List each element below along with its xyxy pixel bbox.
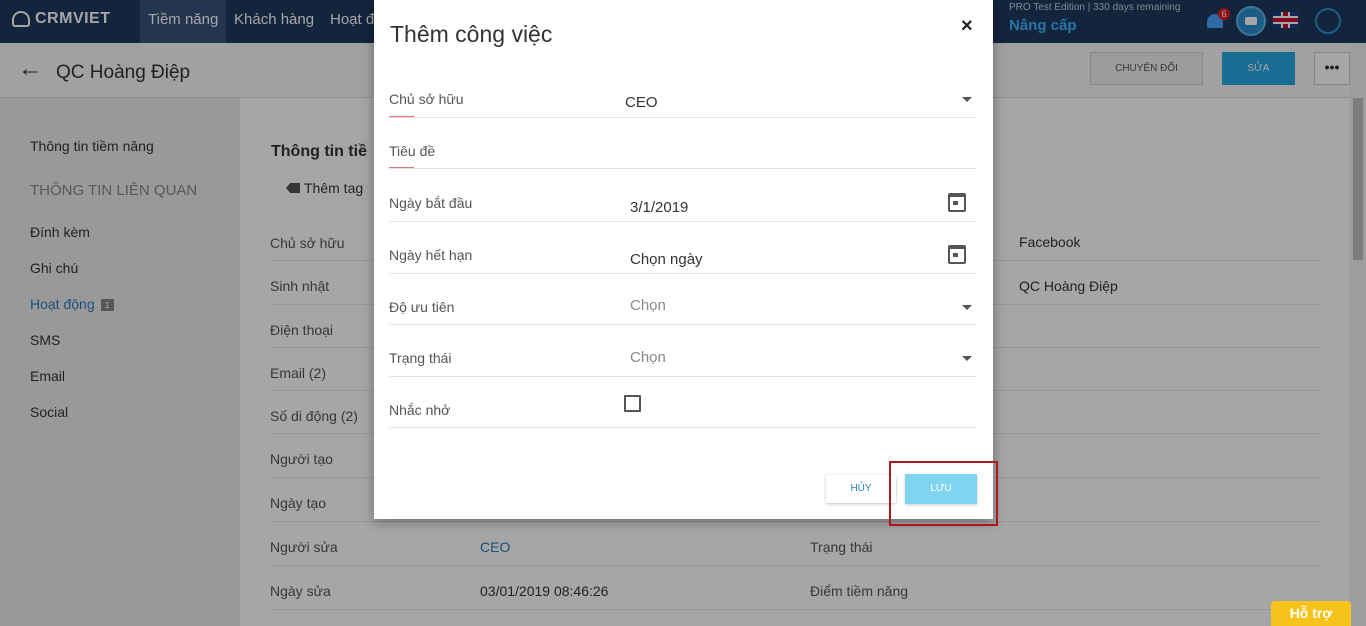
priority-dropdown-icon[interactable]: [962, 305, 972, 310]
start-date-label: Ngày bắt đầu: [389, 195, 473, 211]
field-divider: [389, 427, 976, 428]
field-divider: [389, 221, 976, 222]
save-highlight-box: [889, 461, 998, 526]
field-divider: [389, 117, 976, 118]
owner-select[interactable]: CEO: [625, 94, 658, 111]
add-task-dialog: Thêm công việc × Chủ sở hữu CEO Tiêu đề …: [374, 0, 993, 519]
subject-label: Tiêu đề: [389, 143, 436, 159]
owner-label: Chủ sở hữu: [389, 91, 464, 107]
support-button[interactable]: Hỗ trợ: [1271, 601, 1351, 626]
owner-dropdown-icon[interactable]: [962, 97, 972, 102]
calendar-icon[interactable]: [948, 193, 966, 212]
priority-select[interactable]: Chọn: [630, 297, 666, 314]
due-date-label: Ngày hết hạn: [389, 247, 473, 263]
due-date-input[interactable]: Chọn ngày: [630, 251, 703, 268]
close-icon[interactable]: ×: [961, 15, 973, 38]
status-select[interactable]: Chọn: [630, 349, 666, 366]
priority-label: Độ ưu tiên: [389, 299, 455, 315]
field-divider: [389, 324, 976, 325]
field-divider: [389, 376, 976, 377]
status-dropdown-icon[interactable]: [962, 356, 972, 361]
status-label: Trạng thái: [389, 350, 452, 366]
cancel-button[interactable]: HỦY: [826, 475, 896, 503]
field-divider: [389, 273, 976, 274]
start-date-input[interactable]: 3/1/2019: [630, 199, 688, 216]
calendar-icon[interactable]: [948, 245, 966, 264]
reminder-label: Nhắc nhở: [389, 402, 451, 418]
dialog-title: Thêm công việc: [390, 21, 553, 47]
subject-input[interactable]: [389, 168, 976, 169]
reminder-checkbox[interactable]: [624, 395, 641, 412]
